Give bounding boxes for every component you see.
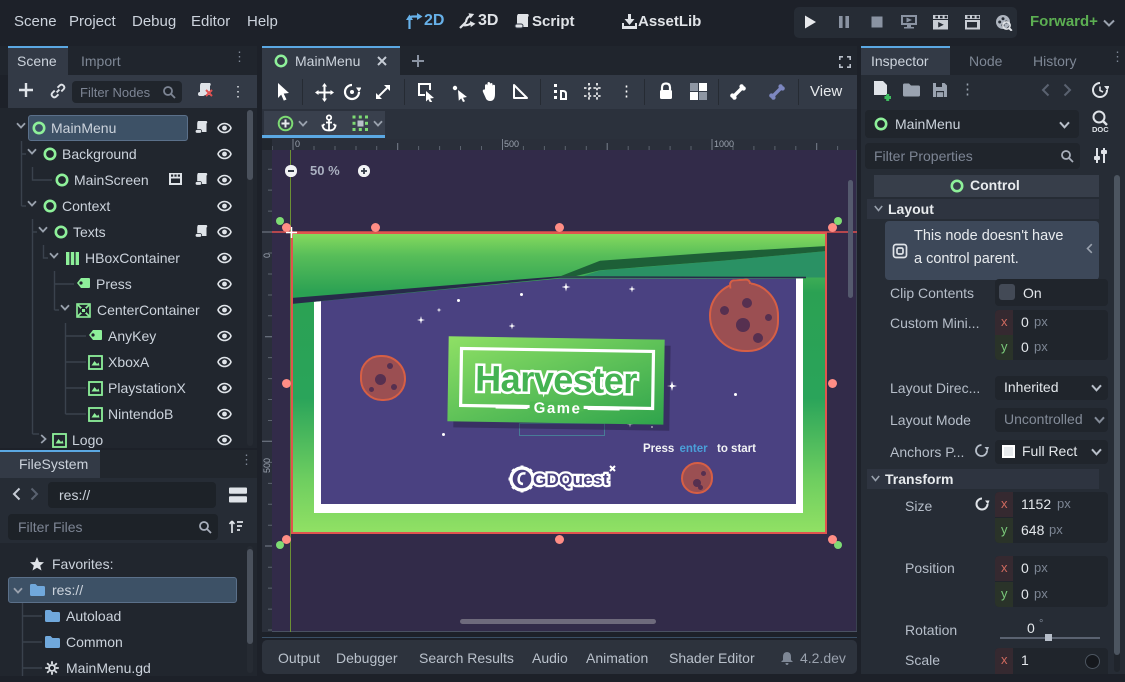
svg-text:DOC: DOC — [1092, 125, 1109, 133]
